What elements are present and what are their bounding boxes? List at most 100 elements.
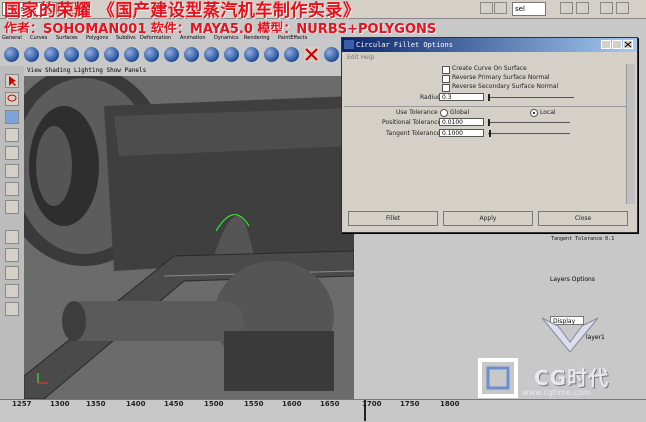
shelf-tab-rendering[interactable]: Rendering (244, 35, 270, 41)
radius-slider[interactable] (488, 97, 574, 98)
layout-single-icon[interactable] (5, 230, 19, 244)
current-time-marker[interactable] (364, 400, 366, 421)
attach-surface-icon[interactable] (264, 47, 279, 62)
manipulator-tool-icon[interactable] (5, 164, 19, 178)
shelf-tab-polygons[interactable]: Polygons (86, 35, 108, 41)
delete-history-icon[interactable] (304, 47, 319, 62)
boundary-icon[interactable] (224, 47, 239, 62)
select-tool-icon[interactable] (5, 74, 19, 88)
layout-two-icon[interactable] (5, 266, 19, 280)
shelf-tab-dynamics[interactable]: Dynamics (214, 35, 239, 41)
show-attribute-editor-button[interactable] (560, 2, 573, 14)
dialog-scrollbar[interactable] (626, 64, 635, 204)
timeline-tick: 1350 (86, 400, 106, 408)
reverse-primary-normal-checkbox[interactable] (442, 75, 450, 83)
circular-fillet-options-dialog: Circular Fillet Options Edit Help Create… (341, 37, 638, 233)
render-button[interactable] (480, 2, 493, 14)
bevel-icon[interactable] (204, 47, 219, 62)
close-button[interactable]: Close (538, 211, 628, 226)
viewport-menu[interactable]: View Shading Lighting Show Panels (24, 66, 354, 76)
layout-persp-graph-icon[interactable] (5, 284, 19, 298)
revolve-icon[interactable] (124, 47, 139, 62)
shelf-tab-subdivs[interactable]: Subdivs (116, 35, 136, 41)
nurbs-cone-icon[interactable] (64, 47, 79, 62)
tangent-tolerance-label: Tangent Tolerance (386, 130, 441, 137)
shelf-tab-surfaces[interactable]: Surfaces (56, 35, 78, 41)
lasso-tool-icon[interactable] (5, 92, 19, 106)
reverse-secondary-normal-checkbox[interactable] (442, 84, 450, 92)
shelf-tab-curves[interactable]: Curves (30, 35, 47, 41)
layout-outliner-icon[interactable] (5, 302, 19, 316)
tangent-slider-handle[interactable] (489, 130, 491, 137)
scale-tool-icon[interactable] (5, 146, 19, 160)
local-tolerance-radio[interactable] (530, 109, 538, 117)
detach-surface-icon[interactable] (284, 47, 299, 62)
timeline[interactable]: 1257 1300 1350 1400 1450 1500 1550 1600 … (0, 399, 646, 422)
global-tolerance-label: Global (450, 109, 470, 116)
cgtime-logo: CG时代 www.cgtime.com (476, 317, 646, 402)
create-curve-on-surface-checkbox[interactable] (442, 66, 450, 74)
radius-slider-handle[interactable] (488, 94, 490, 101)
separator (344, 106, 635, 107)
nurbs-cylinder-icon[interactable] (44, 47, 59, 62)
apply-button[interactable]: Apply (443, 211, 533, 226)
perspective-viewport[interactable]: View Shading Lighting Show Panels (24, 66, 354, 399)
logo-text: CG时代 (534, 366, 610, 390)
timeline-tick: 1800 (440, 400, 460, 408)
minimize-icon[interactable] (601, 40, 611, 49)
positional-slider-handle[interactable] (488, 119, 490, 126)
global-tolerance-radio[interactable] (440, 109, 448, 117)
extrude-icon[interactable] (184, 47, 199, 62)
nurbs-plane-icon[interactable] (84, 47, 99, 62)
nurbs-torus-icon[interactable] (104, 47, 119, 62)
loft-icon[interactable] (144, 47, 159, 62)
maximize-icon[interactable] (612, 40, 622, 49)
local-tolerance-label: Local (540, 109, 556, 116)
rotate-tool-icon[interactable] (5, 128, 19, 142)
tangent-tolerance-slider[interactable] (488, 133, 570, 134)
show-channel-box-button[interactable] (576, 2, 589, 14)
panel-toggle-button-2[interactable] (616, 2, 629, 14)
reverse-primary-normal-label: Reverse Primary Surface Normal (452, 74, 550, 81)
tangent-tolerance-field[interactable]: 0.1000 (439, 129, 484, 137)
viewport-scene (24, 76, 354, 399)
timeline-tick: 1500 (204, 400, 224, 408)
layers-menu[interactable]: Layers Options (550, 276, 595, 283)
timeline-tick: 1550 (244, 400, 264, 408)
radius-label: Radius (420, 94, 441, 101)
soft-mod-tool-icon[interactable] (5, 182, 19, 196)
positional-tolerance-label: Positional Tolerance (382, 119, 442, 126)
selection-field[interactable]: sel (512, 2, 546, 16)
fillet-icon[interactable] (324, 47, 339, 62)
square-surface-icon[interactable] (244, 47, 259, 62)
nurbs-cube-icon[interactable] (24, 47, 39, 62)
timeline-tick: 1600 (282, 400, 302, 408)
logo-url: www.cgtime.com (522, 388, 591, 397)
positional-tolerance-field[interactable]: 0.0100 (439, 118, 484, 126)
shelf-tab-animation[interactable]: Animation (180, 35, 206, 41)
attribute-line-2: Tangent Tolerance 0.1 (551, 236, 615, 242)
shelf-tab-deformation[interactable]: Deformation (140, 35, 171, 41)
fillet-button[interactable]: Fillet (348, 211, 438, 226)
timeline-tick: 1750 (400, 400, 420, 408)
dialog-title: Circular Fillet Options (356, 41, 453, 49)
layout-four-icon[interactable] (5, 248, 19, 262)
positional-tolerance-slider[interactable] (488, 122, 570, 123)
shelf-tab-general[interactable]: General (2, 35, 22, 41)
use-tolerance-label: Use Tolerance (396, 109, 438, 116)
create-curve-on-surface-label: Create Curve On Surface (452, 65, 527, 72)
planar-icon[interactable] (164, 47, 179, 62)
timeline-tick: 1650 (320, 400, 340, 408)
radius-field[interactable]: 0.3 (439, 93, 484, 101)
close-icon[interactable] (623, 40, 633, 49)
shelf-tab-painteffects[interactable]: PaintEffects (278, 35, 307, 41)
ipr-render-button[interactable] (494, 2, 507, 14)
wing-emblem-icon (541, 317, 599, 353)
move-tool-icon[interactable] (5, 110, 19, 124)
panel-toggle-button[interactable] (600, 2, 613, 14)
dialog-titlebar[interactable]: Circular Fillet Options (342, 38, 637, 52)
dialog-app-icon (344, 40, 354, 49)
nurbs-sphere-icon[interactable] (4, 47, 19, 62)
last-tool-icon[interactable] (5, 200, 19, 214)
dialog-menubar[interactable]: Edit Help (342, 53, 637, 63)
